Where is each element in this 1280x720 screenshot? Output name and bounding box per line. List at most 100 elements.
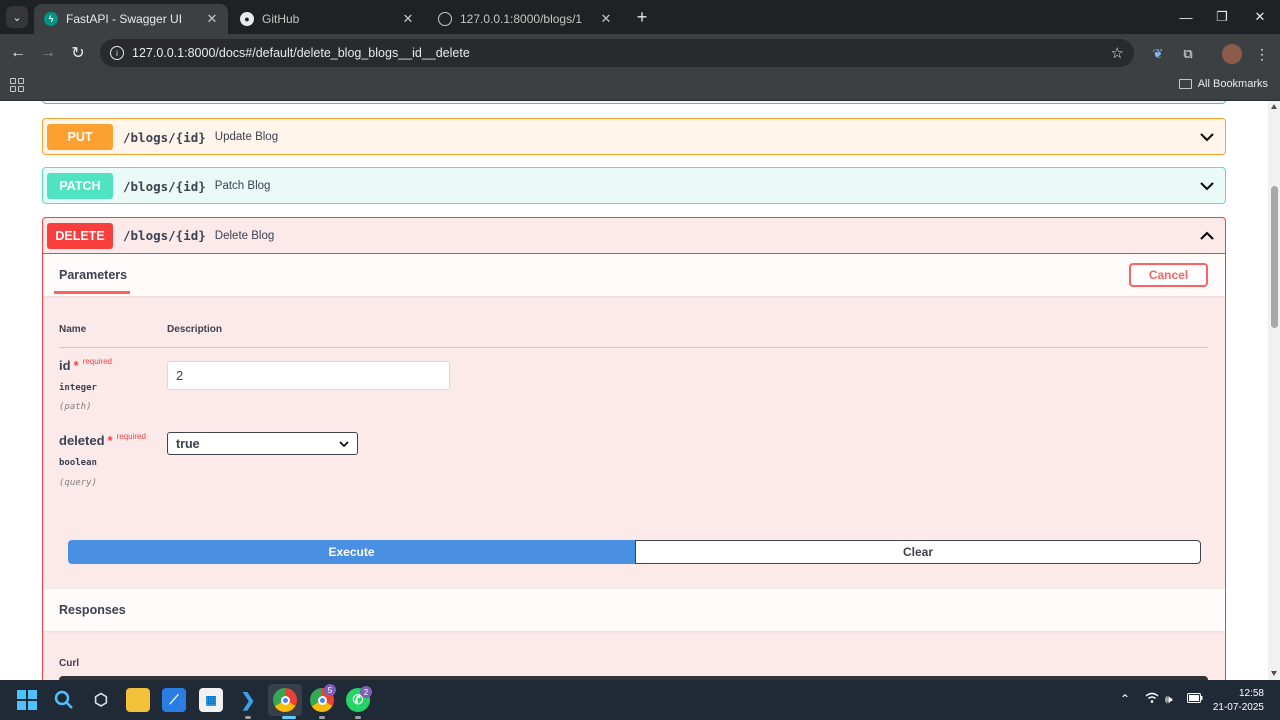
back-button[interactable]: ← <box>7 42 29 64</box>
opblock-summary[interactable]: PATCH /blogs/{id} Patch Blog <box>43 168 1225 204</box>
param-location: (query) <box>59 478 97 488</box>
responses-title: Responses <box>59 603 126 617</box>
scroll-down-arrow[interactable] <box>1271 671 1277 676</box>
scroll-up-arrow[interactable] <box>1271 104 1277 109</box>
bookmarks-bar: All Bookmarks <box>0 72 1280 101</box>
extensions-puzzle-icon[interactable]: ⧉ <box>1178 44 1198 64</box>
scroll-thumb[interactable] <box>1271 186 1278 328</box>
chevron-up-icon[interactable] <box>1199 228 1215 244</box>
tab-parameters[interactable]: Parameters <box>59 268 127 282</box>
github-icon: ● <box>240 12 254 26</box>
microsoft-store-icon[interactable]: ▦ <box>199 688 223 712</box>
param-location: (path) <box>59 402 92 412</box>
address-bar[interactable]: i 127.0.0.1:8000/docs#/default/delete_bl… <box>100 39 1134 67</box>
all-bookmarks-label: All Bookmarks <box>1197 78 1268 90</box>
column-header-description: Description <box>167 324 223 335</box>
method-badge: PUT <box>47 124 113 150</box>
required-star: * <box>73 358 79 373</box>
parameters-header: Parameters Cancel <box>43 254 1225 296</box>
bookmark-star-icon[interactable]: ☆ <box>1111 44 1124 62</box>
opblock-summary[interactable]: DELETE /blogs/{id} Delete Blog <box>43 218 1225 254</box>
chevron-down-icon[interactable] <box>1199 178 1215 194</box>
running-indicator <box>245 716 251 719</box>
clock-time: 12:58 <box>1238 688 1264 699</box>
deleted-select[interactable]: true <box>167 432 358 455</box>
browser-toolbar: ← → ↻ i 127.0.0.1:8000/docs#/default/del… <box>0 34 1280 72</box>
param-name: id <box>59 358 71 373</box>
endpoint-summary: Patch Blog <box>214 180 271 192</box>
param-type: integer <box>59 383 97 393</box>
chevron-down-icon[interactable] <box>1199 129 1215 145</box>
volume-icon[interactable]: 🕪 <box>1165 692 1173 707</box>
opblock-patch: PATCH /blogs/{id} Patch Blog <box>42 167 1226 204</box>
endpoint-summary: Update Blog <box>214 131 279 143</box>
curl-label: Curl <box>59 658 79 669</box>
opblock-body: Parameters Cancel Name Description id * re… <box>43 254 1225 680</box>
page-scrollbar[interactable] <box>1268 101 1280 680</box>
site-info-icon[interactable]: i <box>110 46 124 60</box>
all-bookmarks-button[interactable]: All Bookmarks <box>1178 78 1268 90</box>
close-tab-icon[interactable]: ✕ <box>598 11 614 27</box>
system-clock[interactable]: 12:58 21-07-2025 <box>1213 687 1264 715</box>
page-viewport: PUT /blogs/{id} Update Blog PATCH /blogs… <box>0 101 1280 680</box>
folder-icon <box>1178 79 1192 89</box>
running-indicator <box>355 716 361 719</box>
required-label: required <box>116 432 146 441</box>
running-indicator <box>319 716 325 719</box>
search-icon[interactable] <box>52 688 76 712</box>
wifi-icon[interactable] <box>1145 692 1159 707</box>
chevron-down-icon <box>339 440 349 447</box>
opblock-put: PUT /blogs/{id} Update Blog <box>42 118 1226 155</box>
endpoint-path: /blogs/{id} <box>123 178 206 194</box>
minimize-button[interactable]: — <box>1168 6 1204 28</box>
browser-tab-bar: ⌄ ϟ FastAPI - Swagger UI ✕ ● GitHub ✕ 12… <box>0 0 1280 34</box>
param-name-id: id * required <box>59 357 112 373</box>
apps-grid-icon[interactable] <box>10 78 24 92</box>
execute-button[interactable]: Execute <box>68 540 635 564</box>
forward-button[interactable]: → <box>37 42 59 64</box>
whatsapp-badge: 2 <box>360 686 372 698</box>
more-menu-icon[interactable]: ⋮ <box>1252 44 1272 64</box>
chrome-profile-icon[interactable] <box>273 688 297 712</box>
tab-blog[interactable]: 127.0.0.1:8000/blogs/1 ✕ <box>428 4 622 34</box>
endpoint-path: /blogs/{id} <box>123 129 206 145</box>
tab-title: 127.0.0.1:8000/blogs/1 <box>460 12 583 26</box>
required-star: * <box>107 433 113 448</box>
fastapi-icon: ϟ <box>44 12 58 26</box>
azure-data-studio-icon[interactable]: ⟋ <box>162 688 186 712</box>
opblock-delete: DELETE /blogs/{id} Delete Blog Parameter… <box>42 217 1226 680</box>
close-window-button[interactable]: ✕ <box>1242 6 1278 28</box>
windows-start-icon[interactable] <box>15 688 39 712</box>
profile-avatar[interactable] <box>1222 44 1242 64</box>
battery-icon[interactable] <box>1187 692 1203 706</box>
previous-opblock[interactable] <box>42 101 1226 104</box>
close-tab-icon[interactable]: ✕ <box>400 11 416 27</box>
tab-swagger[interactable]: ϟ FastAPI - Swagger UI ✕ <box>34 4 228 34</box>
clock-date: 21-07-2025 <box>1212 702 1264 713</box>
extension-icon[interactable]: ❦ <box>1148 44 1168 64</box>
column-header-name: Name <box>59 324 87 335</box>
new-tab-button[interactable]: + <box>632 7 652 27</box>
opblock-summary[interactable]: PUT /blogs/{id} Update Blog <box>43 119 1225 155</box>
tab-github[interactable]: ● GitHub ✕ <box>230 4 424 34</box>
maximize-button[interactable]: ❐ <box>1204 6 1240 28</box>
chevron-up-icon[interactable]: ⌃ <box>1120 692 1130 706</box>
tab-search-button[interactable]: ⌄ <box>6 6 28 28</box>
chrome-badge: 5 <box>324 684 336 696</box>
task-view-icon[interactable]: ⬡ <box>89 688 113 712</box>
url-text: 127.0.0.1:8000/docs#/default/delete_blog… <box>132 46 470 60</box>
vscode-icon[interactable]: ❯ <box>236 688 260 712</box>
file-explorer-icon[interactable] <box>126 688 150 712</box>
globe-icon <box>438 12 452 26</box>
clear-button[interactable]: Clear <box>635 540 1201 564</box>
responses-header: Responses <box>43 589 1225 631</box>
param-name: deleted <box>59 433 105 448</box>
id-input[interactable] <box>167 361 450 390</box>
windows-taskbar: ⬡ ⟋ ▦ ❯ 5 ✆ 2 ⌃ 🕪 12:58 21-07-2025 <box>0 680 1280 720</box>
close-tab-icon[interactable]: ✕ <box>204 11 220 27</box>
reload-button[interactable]: ↻ <box>67 42 89 64</box>
endpoint-summary: Delete Blog <box>214 229 275 242</box>
active-indicator <box>282 716 296 719</box>
cancel-button[interactable]: Cancel <box>1129 263 1208 287</box>
param-type: boolean <box>59 458 97 468</box>
